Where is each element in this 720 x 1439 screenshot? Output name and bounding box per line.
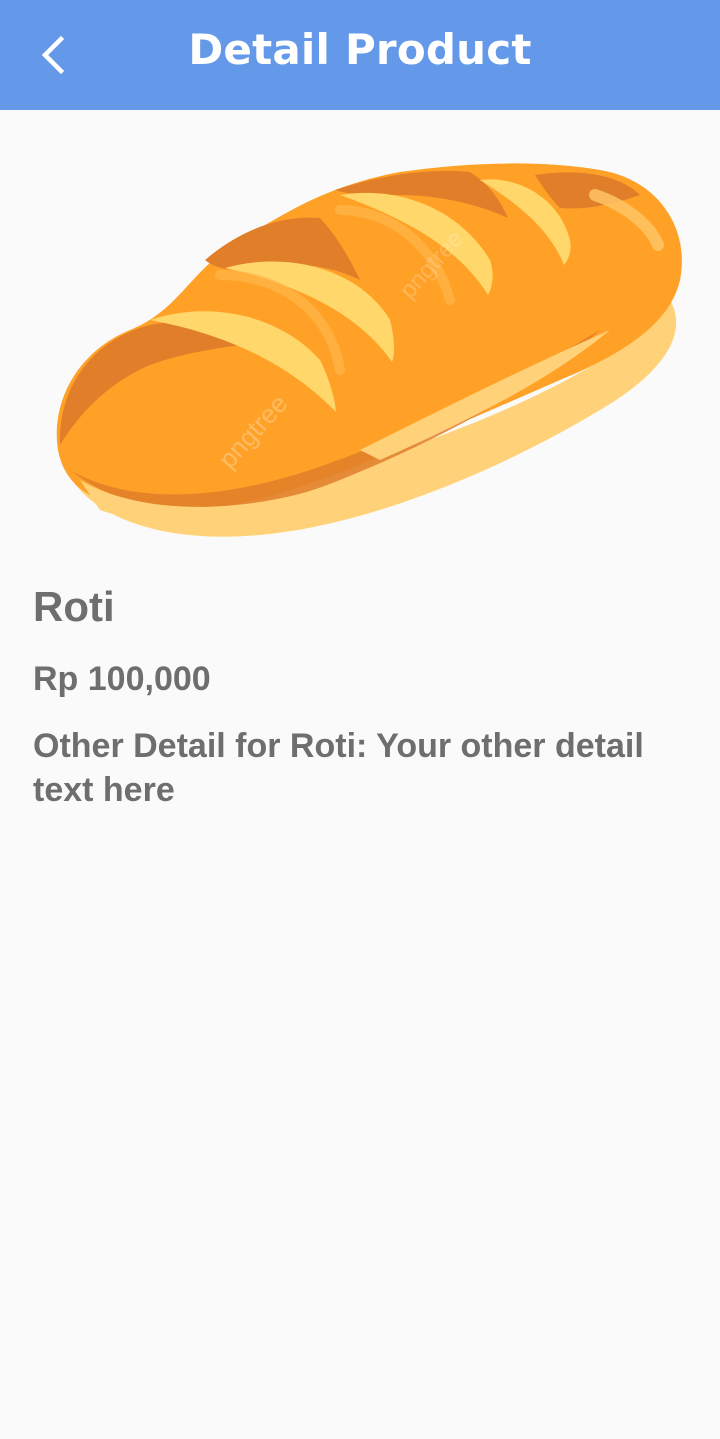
product-detail: Other Detail for Roti: Your other detail… [33, 727, 644, 809]
product-price: Rp 100,000 [33, 660, 211, 698]
back-button[interactable] [22, 22, 88, 88]
app-bar: Detail Product [0, 0, 720, 110]
product-name: Roti [33, 583, 115, 630]
chevron-left-icon [41, 35, 65, 75]
page-title: Detail Product [188, 25, 532, 74]
product-image: pngtree pngtree [56, 163, 682, 537]
